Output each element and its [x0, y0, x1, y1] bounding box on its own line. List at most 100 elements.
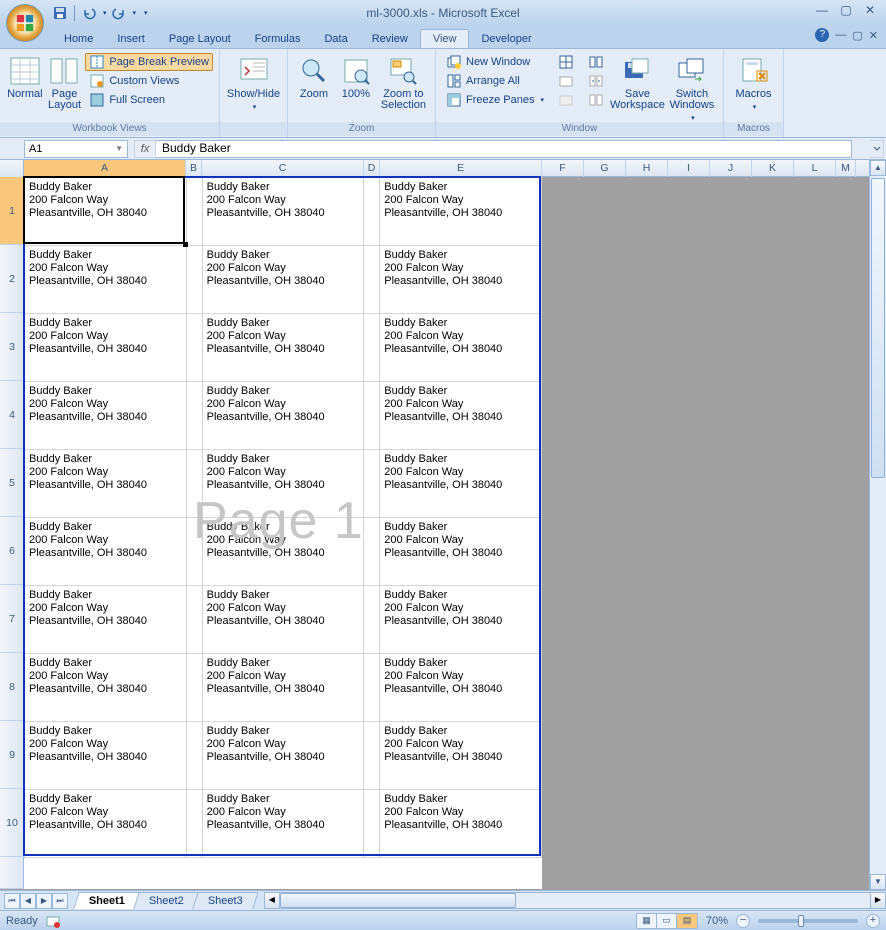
cell[interactable]: Buddy Baker200 Falcon WayPleasantville, …	[202, 518, 364, 586]
zoom-selection-button[interactable]: Zoom to Selection	[378, 51, 429, 111]
split-button[interactable]	[554, 53, 578, 71]
cell[interactable]: Buddy Baker200 Falcon WayPleasantville, …	[202, 790, 364, 858]
fill-handle[interactable]	[183, 242, 188, 247]
row-header[interactable]: 3	[0, 313, 24, 381]
column-header[interactable]: H	[626, 160, 668, 177]
cell[interactable]: Buddy Baker200 Falcon WayPleasantville, …	[25, 382, 187, 450]
formula-input[interactable]: Buddy Baker	[156, 140, 852, 158]
cell[interactable]	[186, 450, 202, 518]
page-layout-shortcut-icon[interactable]: ▭	[657, 914, 677, 928]
cell[interactable]: Buddy Baker200 Falcon WayPleasantville, …	[25, 654, 187, 722]
cell[interactable]	[364, 518, 380, 586]
switch-windows-button[interactable]: Switch Windows▾	[667, 51, 717, 124]
horizontal-scroll-thumb[interactable]	[280, 893, 516, 908]
cell[interactable]	[186, 246, 202, 314]
save-workspace-button[interactable]: Save Workspace	[610, 51, 665, 111]
column-header[interactable]: G	[584, 160, 626, 177]
cell[interactable]	[364, 178, 380, 246]
row-header[interactable]: 2	[0, 245, 24, 313]
cell[interactable]	[364, 586, 380, 654]
cell[interactable]	[186, 314, 202, 382]
cell[interactable]: Buddy Baker200 Falcon WayPleasantville, …	[25, 722, 187, 790]
minimize-button[interactable]: —	[812, 4, 832, 18]
doc-minimize-button[interactable]: —	[835, 29, 846, 41]
cell[interactable]: Buddy Baker200 Falcon WayPleasantville, …	[202, 654, 364, 722]
name-box[interactable]: A1 ▼	[24, 140, 128, 158]
tab-nav-prev-icon[interactable]: ◀	[20, 893, 36, 909]
normal-view-button[interactable]: Normal	[6, 51, 44, 100]
zoom-in-button[interactable]: +	[866, 914, 880, 928]
page-layout-view-button[interactable]: Page Layout	[46, 51, 84, 111]
cell[interactable]	[364, 450, 380, 518]
column-header[interactable]: I	[668, 160, 710, 177]
tab-nav-next-icon[interactable]: ▶	[36, 893, 52, 909]
view-side-by-side-button[interactable]	[584, 53, 608, 71]
cell[interactable]: Buddy Baker200 Falcon WayPleasantville, …	[380, 450, 542, 518]
normal-shortcut-icon[interactable]: ▦	[637, 914, 657, 928]
cell[interactable]	[364, 722, 380, 790]
column-header[interactable]: D	[364, 160, 380, 177]
tab-review[interactable]: Review	[360, 30, 420, 48]
cell[interactable]	[364, 382, 380, 450]
column-header[interactable]: M	[836, 160, 856, 177]
cell[interactable]: Buddy Baker200 Falcon WayPleasantville, …	[25, 518, 187, 586]
tab-page-layout[interactable]: Page Layout	[157, 30, 243, 48]
row-header[interactable]: 8	[0, 653, 24, 721]
tab-nav-last-icon[interactable]: ⏭	[52, 893, 68, 909]
cell[interactable]: Buddy Baker200 Falcon WayPleasantville, …	[380, 722, 542, 790]
select-all-corner[interactable]	[0, 160, 24, 177]
cell[interactable]: Buddy Baker200 Falcon WayPleasantville, …	[202, 586, 364, 654]
page-break-preview-button[interactable]: Page Break Preview	[85, 53, 213, 71]
close-button[interactable]: ✕	[860, 4, 880, 18]
cell[interactable]: Buddy Baker200 Falcon WayPleasantville, …	[380, 382, 542, 450]
cell[interactable]	[186, 586, 202, 654]
sheet-tab[interactable]: Sheet3	[192, 892, 258, 909]
undo-icon[interactable]	[81, 5, 97, 21]
cell[interactable]	[186, 382, 202, 450]
doc-close-button[interactable]: ✕	[869, 29, 878, 42]
cell[interactable]	[186, 654, 202, 722]
column-header[interactable]: K	[752, 160, 794, 177]
reset-window-button[interactable]	[584, 91, 608, 109]
scroll-left-button[interactable]: ◀	[264, 892, 280, 909]
row-header[interactable]: 6	[0, 517, 24, 585]
cell[interactable]: Buddy Baker200 Falcon WayPleasantville, …	[25, 246, 187, 314]
cell[interactable]: Buddy Baker200 Falcon WayPleasantville, …	[25, 586, 187, 654]
formula-bar-expand-icon[interactable]	[870, 140, 884, 158]
zoom-100-button[interactable]: 100%	[336, 51, 376, 100]
undo-dropdown[interactable]: ▾	[103, 9, 107, 17]
cell[interactable]: Buddy Baker200 Falcon WayPleasantville, …	[380, 246, 542, 314]
tab-view[interactable]: View	[420, 29, 470, 48]
office-button[interactable]	[6, 4, 44, 42]
tab-insert[interactable]: Insert	[105, 30, 157, 48]
cell[interactable]	[364, 246, 380, 314]
new-window-button[interactable]: New Window	[442, 53, 548, 71]
zoom-percentage[interactable]: 70%	[706, 915, 728, 927]
row-header[interactable]: 7	[0, 585, 24, 653]
cell[interactable]: Buddy Baker200 Falcon WayPleasantville, …	[25, 790, 187, 858]
tab-developer[interactable]: Developer	[469, 30, 543, 48]
row-header[interactable]: 5	[0, 449, 24, 517]
cell[interactable]	[186, 178, 202, 246]
scroll-up-button[interactable]: ▲	[870, 160, 886, 176]
macro-record-icon[interactable]	[46, 914, 60, 928]
cell[interactable]: Buddy Baker200 Falcon WayPleasantville, …	[202, 382, 364, 450]
column-header[interactable]: E	[380, 160, 542, 177]
doc-restore-button[interactable]: ▢	[852, 29, 862, 42]
full-screen-button[interactable]: Full Screen	[85, 91, 213, 109]
vertical-scroll-thumb[interactable]	[871, 178, 885, 478]
page-break-shortcut-icon[interactable]: ▤	[677, 914, 697, 928]
scroll-down-button[interactable]: ▼	[870, 874, 886, 890]
cell[interactable]: Buddy Baker200 Falcon WayPleasantville, …	[380, 314, 542, 382]
zoom-out-button[interactable]: −	[736, 914, 750, 928]
sheet-tab[interactable]: Sheet2	[133, 892, 199, 909]
column-header[interactable]: B	[186, 160, 202, 177]
cell[interactable]: Buddy Baker200 Falcon WayPleasantville, …	[25, 178, 187, 246]
cell[interactable]	[364, 790, 380, 858]
row-header[interactable]: 10	[0, 789, 24, 857]
cell[interactable]: Buddy Baker200 Falcon WayPleasantville, …	[380, 654, 542, 722]
qat-customize-dropdown[interactable]: ▾	[144, 9, 148, 17]
cell[interactable]	[186, 722, 202, 790]
help-icon[interactable]: ?	[815, 28, 829, 42]
fx-icon[interactable]: fx	[134, 140, 156, 158]
